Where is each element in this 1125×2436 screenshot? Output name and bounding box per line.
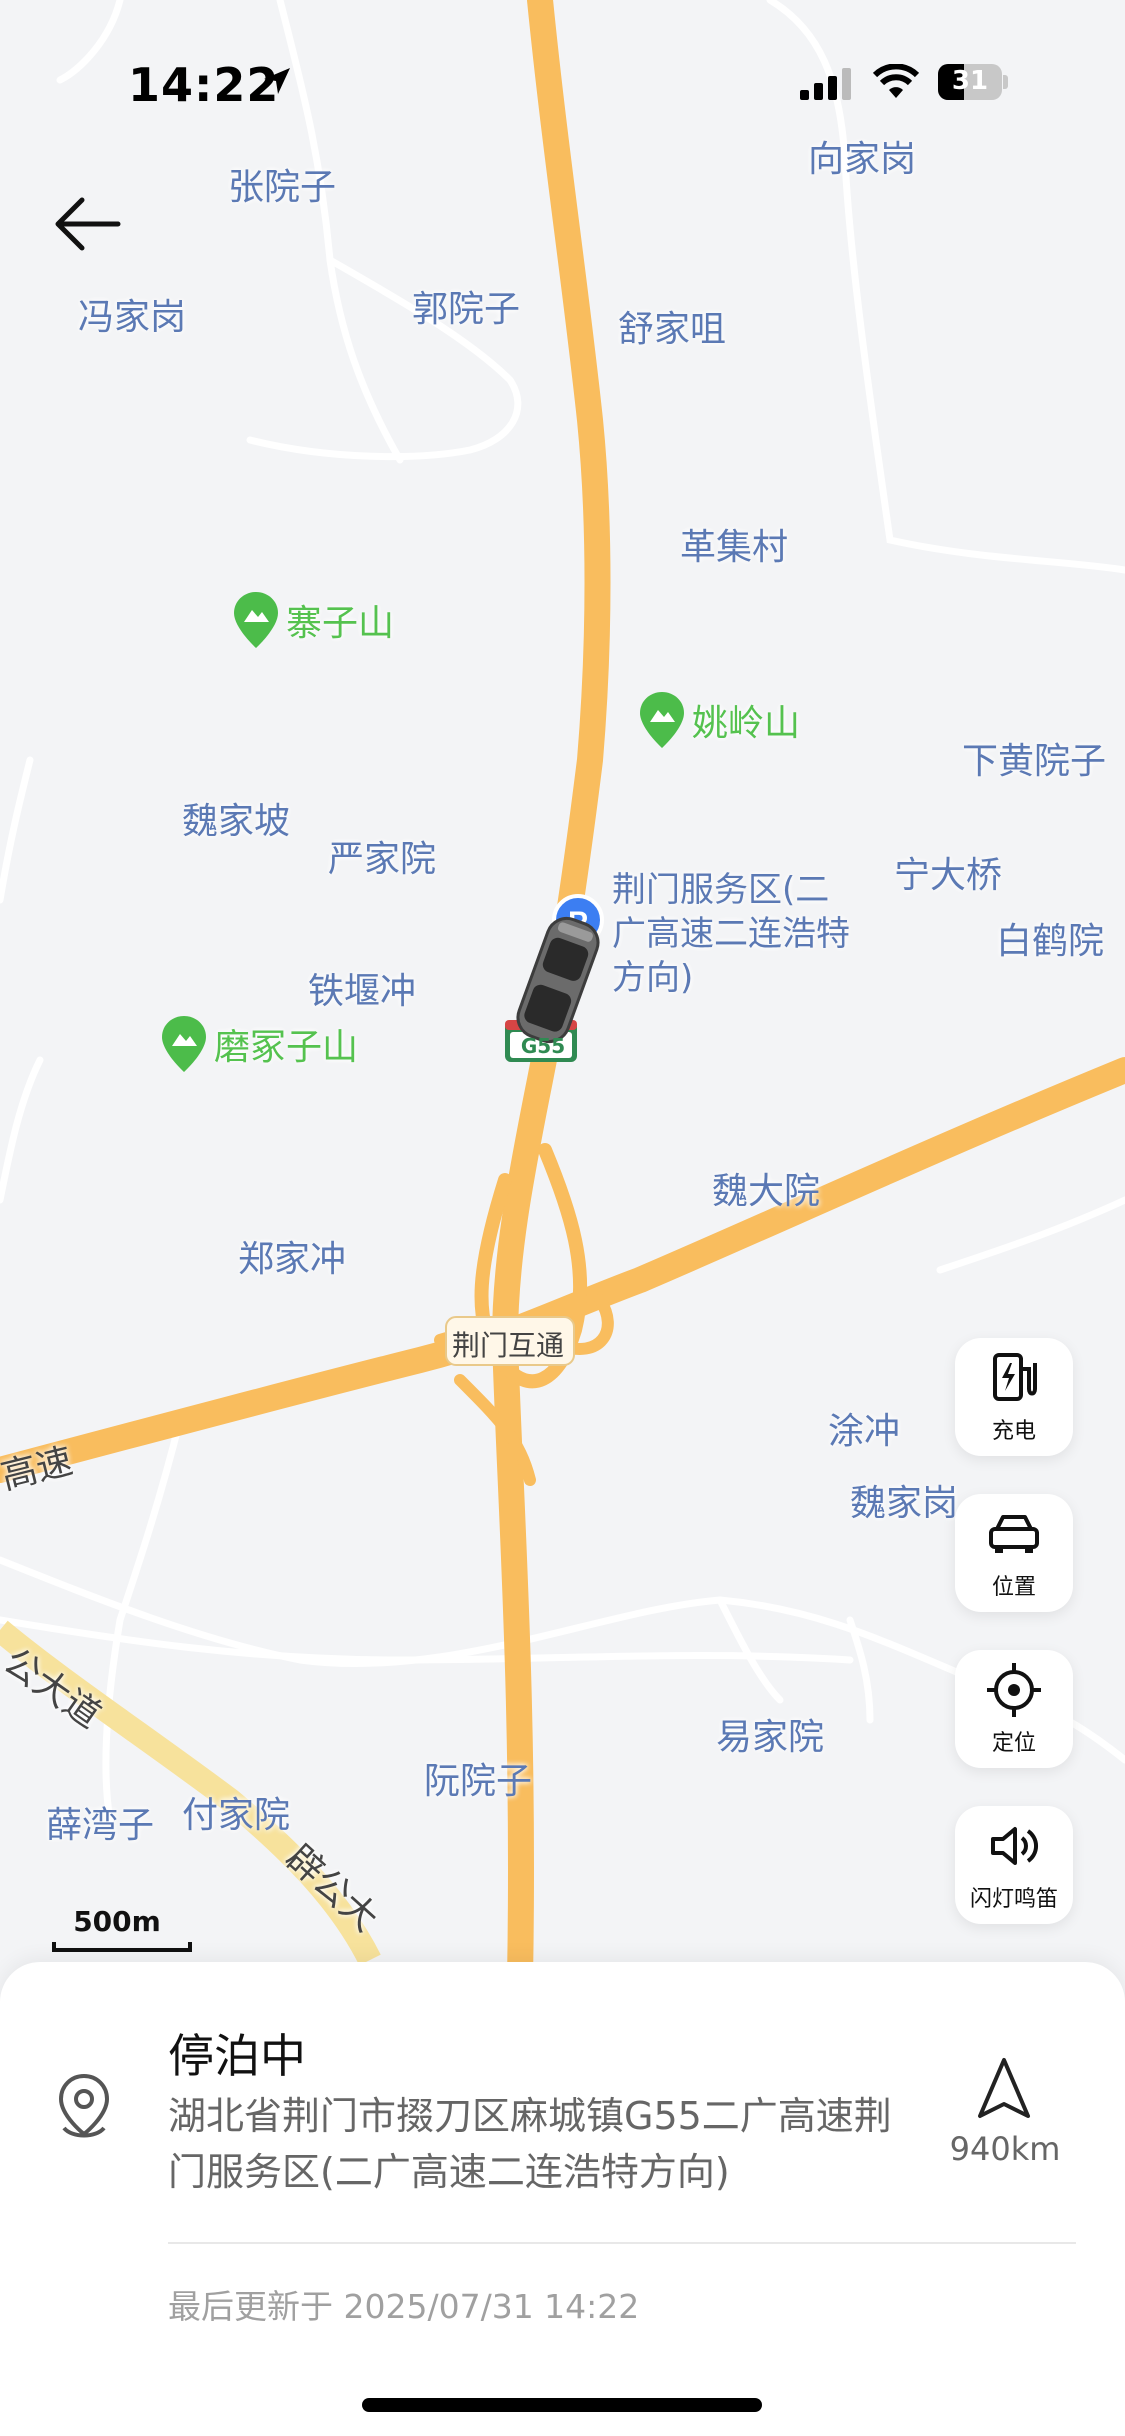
place-label: 革集村 xyxy=(680,527,789,568)
mountain-pin-icon xyxy=(162,1016,206,1072)
place-label: 易家院 xyxy=(716,1717,825,1758)
charge-button[interactable]: 充电 xyxy=(955,1338,1073,1456)
place-label: 下黄院子 xyxy=(962,741,1107,782)
crosshair-icon xyxy=(987,1663,1041,1717)
place-label: 魏大院 xyxy=(712,1171,821,1212)
mountain-pin-icon xyxy=(234,592,278,648)
divider xyxy=(168,2242,1076,2244)
map-scale: 500m xyxy=(52,1905,202,1952)
arrow-left-icon xyxy=(55,197,121,251)
charge-label: 充电 xyxy=(991,1419,1036,1444)
scale-label: 500m xyxy=(73,1905,161,1938)
horn-button[interactable]: 闪灯鸣笛 xyxy=(955,1806,1073,1924)
poi-label: 姚岭山 xyxy=(692,703,801,744)
vehicle-address: 湖北省荆门市掇刀区麻城镇G55二广高速荆门服务区(二广高速二连浩特方向) xyxy=(168,2094,892,2194)
car-icon xyxy=(989,1515,1039,1553)
home-indicator[interactable] xyxy=(362,2398,762,2412)
place-label: 魏家岗 xyxy=(850,1483,959,1524)
place-label: 阮院子 xyxy=(424,1761,533,1802)
interchange-label: 荆门互通 xyxy=(452,1329,565,1362)
status-time: 14:22 xyxy=(128,58,280,112)
back-button[interactable] xyxy=(40,180,140,280)
place-label: 涂冲 xyxy=(828,1411,901,1452)
scale-bar xyxy=(52,1942,192,1952)
place-label: 郑家冲 xyxy=(238,1239,347,1280)
place-label: 薛湾子 xyxy=(46,1805,155,1846)
locate-label: 定位 xyxy=(991,1731,1036,1756)
position-button[interactable]: 位置 xyxy=(955,1494,1073,1612)
poi-mountain[interactable]: 寨子山 xyxy=(232,590,394,650)
poi-mountain[interactable]: 姚岭山 xyxy=(638,690,800,750)
locate-button[interactable]: 定位 xyxy=(955,1650,1073,1768)
location-pin-icon xyxy=(58,2073,110,2138)
poi-label: 寨子山 xyxy=(286,603,395,644)
mountain-pin-icon xyxy=(640,692,684,748)
place-label: 白鹤院 xyxy=(996,921,1105,962)
distance-label: 940km xyxy=(949,2130,1061,2168)
cellular-signal-icon xyxy=(800,68,851,100)
place-label: 郭院子 xyxy=(412,289,521,330)
charging-station-icon xyxy=(993,1353,1037,1401)
place-label: 铁堰冲 xyxy=(308,971,417,1012)
poi-label: 磨冢子山 xyxy=(214,1027,359,1068)
battery-icon: 31 xyxy=(938,64,1008,100)
position-label: 位置 xyxy=(991,1575,1036,1600)
vehicle-status-sheet: 停泊中 湖北省荆门市掇刀区麻城镇G55二广高速荆门服务区(二广高速二连浩特方向)… xyxy=(0,1962,1125,2436)
highway-shield-label: G55 xyxy=(520,1034,566,1058)
location-arrow-icon xyxy=(264,68,290,94)
place-label: 严家院 xyxy=(328,839,437,880)
poi-mountain[interactable]: 磨冢子山 xyxy=(160,1014,358,1074)
last-updated: 最后更新于 2025/07/31 14:22 xyxy=(168,2287,640,2326)
wifi-icon xyxy=(872,64,920,98)
navigation-arrow-icon xyxy=(978,2058,1030,2118)
place-label: 冯家岗 xyxy=(78,297,187,338)
status-bar: 14:22 31 xyxy=(0,0,1125,150)
speaker-icon xyxy=(991,1827,1038,1865)
place-label: 舒家咀 xyxy=(618,309,727,350)
place-label: 张院子 xyxy=(228,167,337,208)
place-label: 魏家坡 xyxy=(182,801,291,842)
place-label: 付家院 xyxy=(182,1795,291,1836)
service-area-label[interactable]: 荆门服务区(二广高速二连浩特方向) xyxy=(612,868,852,1000)
place-label: 宁大桥 xyxy=(894,855,1003,896)
parking-status: 停泊中 xyxy=(168,2029,306,2083)
battery-level: 31 xyxy=(951,66,989,96)
horn-label: 闪灯鸣笛 xyxy=(969,1887,1058,1912)
